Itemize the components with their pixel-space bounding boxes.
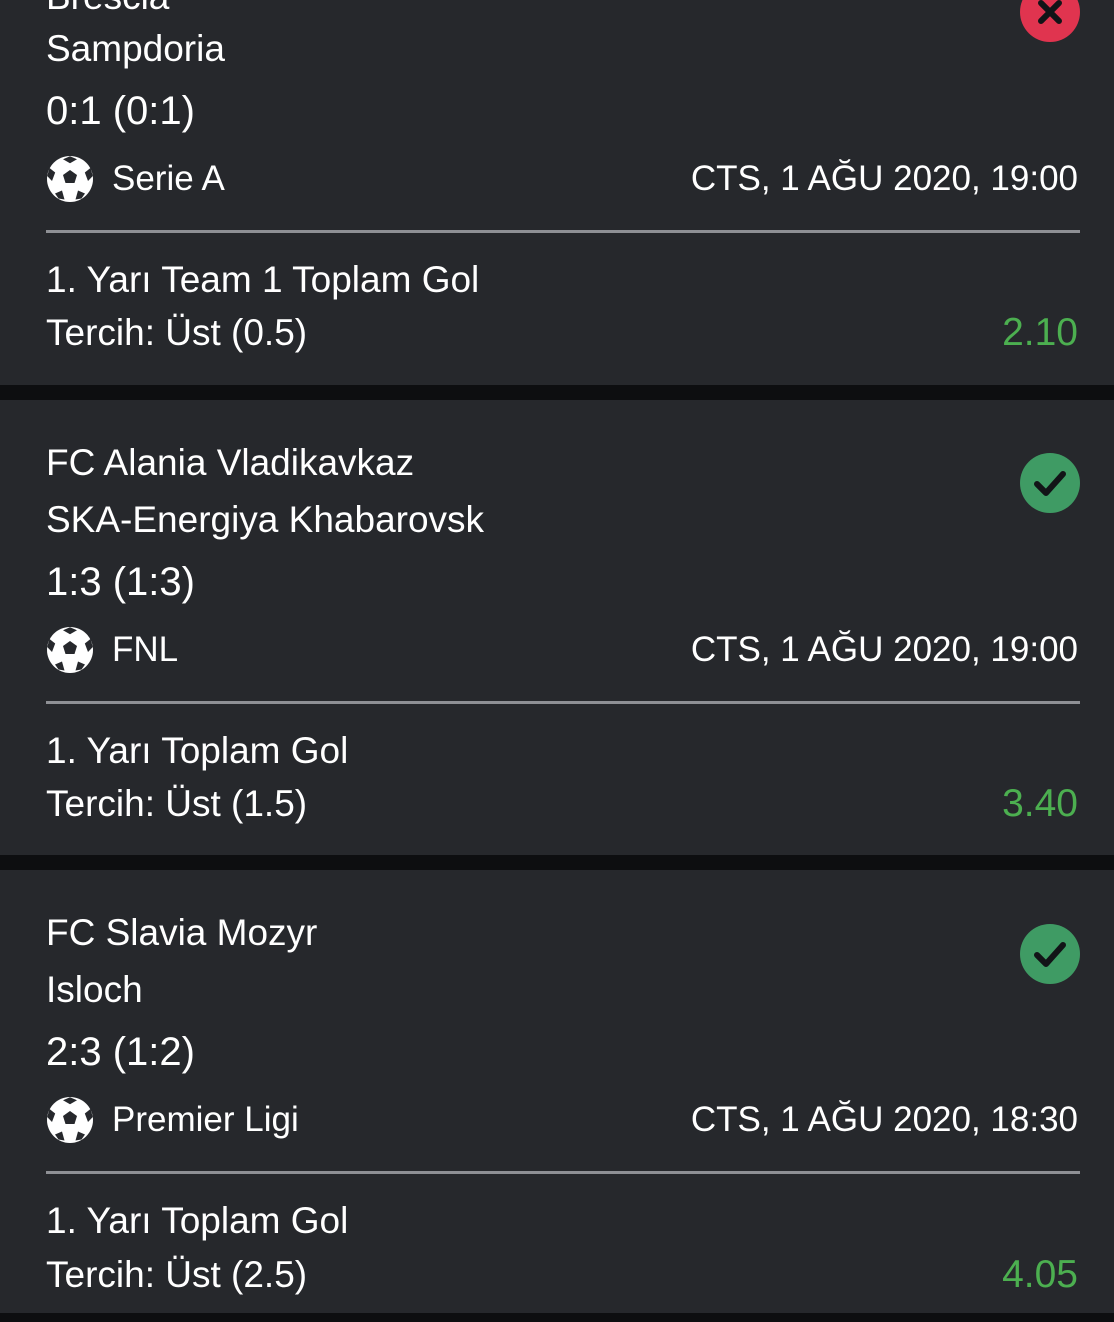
bet-market: 1. Yarı Toplam Gol: [46, 730, 349, 771]
soccer-ball-icon: [46, 1096, 94, 1144]
soccer-ball-icon: [46, 626, 94, 674]
away-team: Isloch: [46, 969, 143, 1010]
league-name: FNL: [112, 630, 179, 669]
won-check-icon: [1020, 924, 1080, 984]
bet-card-3[interactable]: FC Slavia Mozyr Isloch 2:3 (1:2) Premier…: [0, 870, 1114, 1313]
league-row: FNL CTS, 1 AĞU 2020, 19:00: [46, 626, 1078, 674]
home-team: Brescia: [46, 0, 169, 19]
bet-selection: Tercih: Üst (2.5): [46, 1254, 308, 1295]
match-datetime: CTS, 1 AĞU 2020, 19:00: [690, 630, 1078, 669]
bet-selection: Tercih: Üst (1.5): [46, 783, 308, 824]
bet-card-1[interactable]: Brescia Sampdoria 0:1 (0:1) Serie A CTS,…: [0, 0, 1114, 385]
bet-market: 1. Yarı Toplam Gol: [46, 1200, 349, 1241]
league-row: Premier Ligi CTS, 1 AĞU 2020, 18:30: [46, 1096, 1078, 1144]
bet-odds: 2.10: [1002, 311, 1078, 354]
match-score: 1:3 (1:3): [46, 560, 195, 604]
match-score: 2:3 (1:2): [46, 1030, 195, 1074]
away-team: SKA-Energiya Khabarovsk: [46, 499, 485, 540]
bet-odds: 3.40: [1002, 782, 1078, 825]
bet-market: 1. Yarı Team 1 Toplam Gol: [46, 259, 480, 300]
soccer-ball-icon: [46, 155, 94, 203]
away-team: Sampdoria: [46, 28, 225, 69]
won-check-icon: [1020, 453, 1080, 513]
bet-selection: Tercih: Üst (0.5): [46, 312, 308, 353]
league-name: Serie A: [112, 159, 225, 198]
match-score: 0:1 (0:1): [46, 89, 195, 133]
match-datetime: CTS, 1 AĞU 2020, 19:00: [690, 159, 1078, 198]
league-name: Premier Ligi: [112, 1100, 299, 1139]
divider: [46, 230, 1080, 233]
home-team: FC Slavia Mozyr: [46, 912, 318, 953]
bet-odds: 4.05: [1002, 1253, 1078, 1296]
lost-x-icon: [1020, 0, 1080, 42]
bet-card-2[interactable]: FC Alania Vladikavkaz SKA-Energiya Khaba…: [0, 400, 1114, 855]
divider: [46, 701, 1080, 704]
divider: [46, 1171, 1080, 1174]
league-row: Serie A CTS, 1 AĞU 2020, 19:00: [46, 155, 1078, 203]
match-datetime: CTS, 1 AĞU 2020, 18:30: [690, 1100, 1078, 1139]
home-team: FC Alania Vladikavkaz: [46, 442, 415, 483]
